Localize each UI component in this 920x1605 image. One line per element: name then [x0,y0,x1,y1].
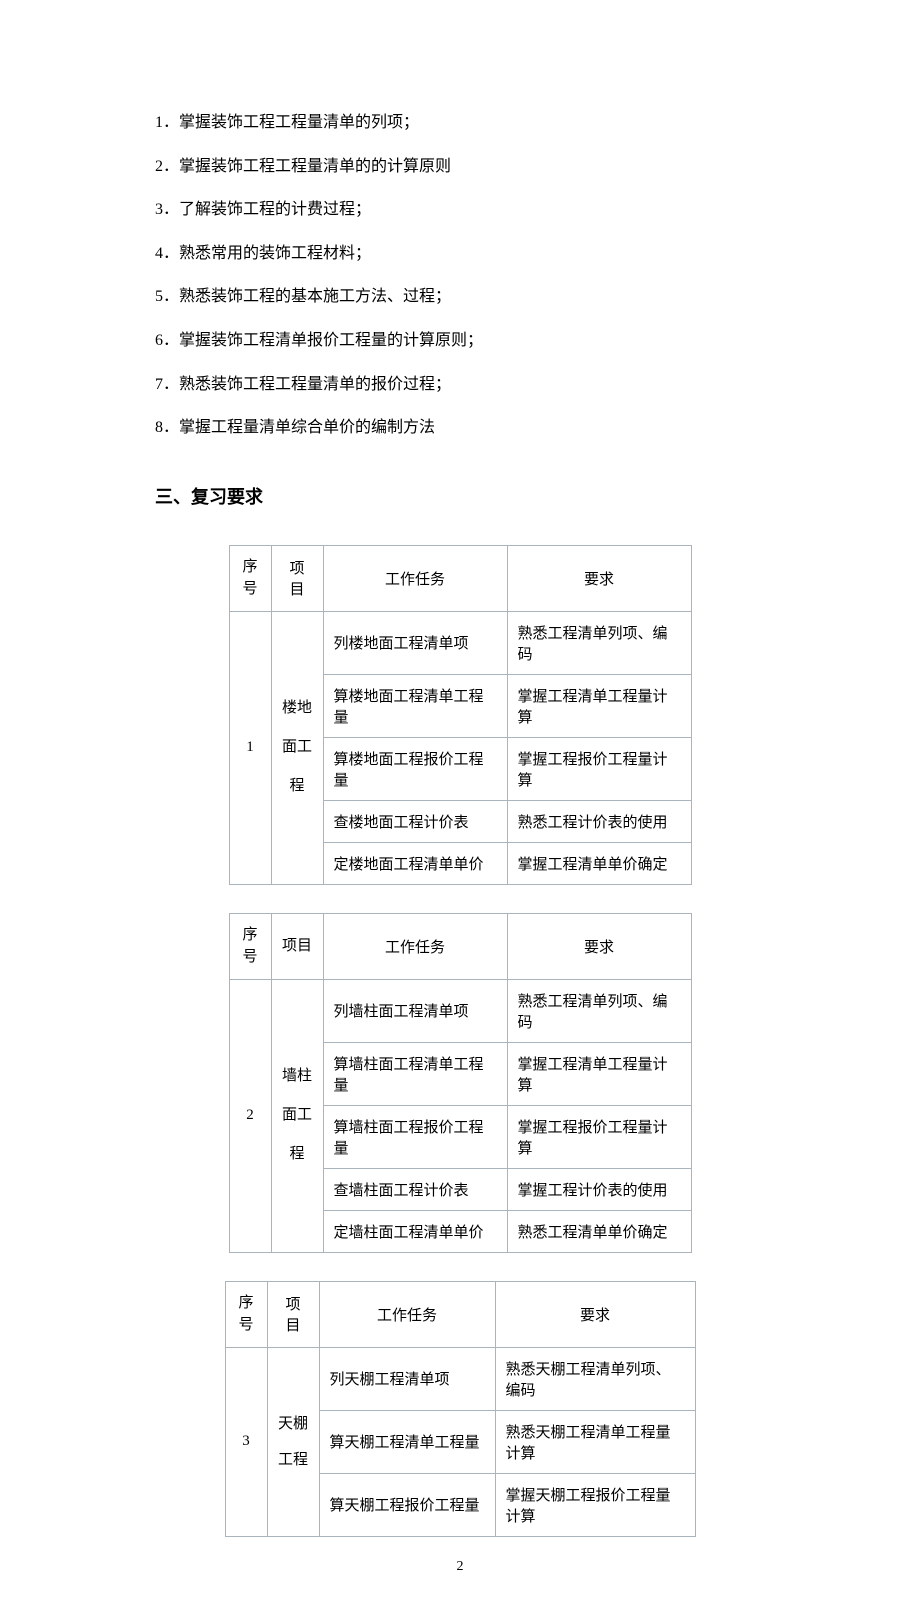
header-req: 要求 [507,913,691,979]
list-item: 7．熟悉装饰工程工程量清单的报价过程； [155,372,765,398]
cell-task: 算天棚工程清单工程量 [319,1410,495,1473]
list-item: 2．掌握装饰工程工程量清单的的计算原则 [155,154,765,180]
cell-req: 熟悉天棚工程清单列项、编码 [495,1347,695,1410]
cell-proj: 墙柱面工程 [271,979,323,1252]
review-table-2: 序号 项目 工作任务 要求 2 墙柱面工程 列墙柱面工程清单项 熟悉工程清单列项… [229,913,692,1253]
cell-req: 熟悉工程清单单价确定 [507,1210,691,1252]
review-table-3: 序号 项 目 工作任务 要求 3 天棚工程 列天棚工程清单项 熟悉天棚工程清单列… [225,1281,696,1537]
table-row: 1 楼地面工程 列楼地面工程清单项 熟悉工程清单列项、编码 [229,611,691,674]
table-row: 3 天棚工程 列天棚工程清单项 熟悉天棚工程清单列项、编码 [225,1347,695,1410]
header-task: 工作任务 [319,1281,495,1347]
section-heading: 三、复习要求 [155,483,765,509]
table-header-row: 序号 项 目 工作任务 要求 [229,545,691,611]
cell-req: 掌握工程报价工程量计算 [507,737,691,800]
cell-seq: 1 [229,611,271,884]
cell-task: 算天棚工程报价工程量 [319,1473,495,1536]
cell-req: 掌握工程报价工程量计算 [507,1105,691,1168]
header-proj: 项 目 [271,545,323,611]
list-item: 8．掌握工程量清单综合单价的编制方法 [155,415,765,441]
cell-req: 熟悉工程清单列项、编码 [507,979,691,1042]
header-proj: 项目 [271,913,323,979]
list-item: 1．掌握装饰工程工程量清单的列项； [155,110,765,136]
cell-task: 查墙柱面工程计价表 [323,1168,507,1210]
cell-req: 掌握工程计价表的使用 [507,1168,691,1210]
cell-task: 定楼地面工程清单单价 [323,842,507,884]
table-header-row: 序号 项目 工作任务 要求 [229,913,691,979]
page-number: 2 [0,1559,920,1575]
numbered-list: 1．掌握装饰工程工程量清单的列项； 2．掌握装饰工程工程量清单的的计算原则 3．… [155,110,765,441]
cell-req: 掌握工程清单工程量计算 [507,1042,691,1105]
cell-task: 算墙柱面工程清单工程量 [323,1042,507,1105]
cell-req: 掌握工程清单单价确定 [507,842,691,884]
header-req: 要求 [495,1281,695,1347]
list-item: 5．熟悉装饰工程的基本施工方法、过程； [155,284,765,310]
cell-task: 算楼地面工程报价工程量 [323,737,507,800]
table-header-row: 序号 项 目 工作任务 要求 [225,1281,695,1347]
tables-container: 序号 项 目 工作任务 要求 1 楼地面工程 列楼地面工程清单项 熟悉工程清单列… [155,545,765,1565]
cell-req: 掌握天棚工程报价工程量计算 [495,1473,695,1536]
cell-req: 掌握工程清单工程量计算 [507,674,691,737]
header-task: 工作任务 [323,913,507,979]
cell-task: 列天棚工程清单项 [319,1347,495,1410]
cell-req: 熟悉天棚工程清单工程量计算 [495,1410,695,1473]
cell-proj: 天棚工程 [267,1347,319,1536]
list-item: 6．掌握装饰工程清单报价工程量的计算原则； [155,328,765,354]
table-row: 2 墙柱面工程 列墙柱面工程清单项 熟悉工程清单列项、编码 [229,979,691,1042]
cell-task: 列墙柱面工程清单项 [323,979,507,1042]
header-seq: 序号 [229,913,271,979]
list-item: 3．了解装饰工程的计费过程； [155,197,765,223]
review-table-1: 序号 项 目 工作任务 要求 1 楼地面工程 列楼地面工程清单项 熟悉工程清单列… [229,545,692,885]
cell-task: 算墙柱面工程报价工程量 [323,1105,507,1168]
header-proj: 项 目 [267,1281,319,1347]
cell-seq: 3 [225,1347,267,1536]
cell-req: 熟悉工程清单列项、编码 [507,611,691,674]
header-task: 工作任务 [323,545,507,611]
header-seq: 序号 [229,545,271,611]
cell-task: 定墙柱面工程清单单价 [323,1210,507,1252]
cell-seq: 2 [229,979,271,1252]
cell-proj: 楼地面工程 [271,611,323,884]
cell-req: 熟悉工程计价表的使用 [507,800,691,842]
header-req: 要求 [507,545,691,611]
header-seq: 序号 [225,1281,267,1347]
cell-task: 算楼地面工程清单工程量 [323,674,507,737]
cell-task: 查楼地面工程计价表 [323,800,507,842]
list-item: 4．熟悉常用的装饰工程材料； [155,241,765,267]
cell-task: 列楼地面工程清单项 [323,611,507,674]
